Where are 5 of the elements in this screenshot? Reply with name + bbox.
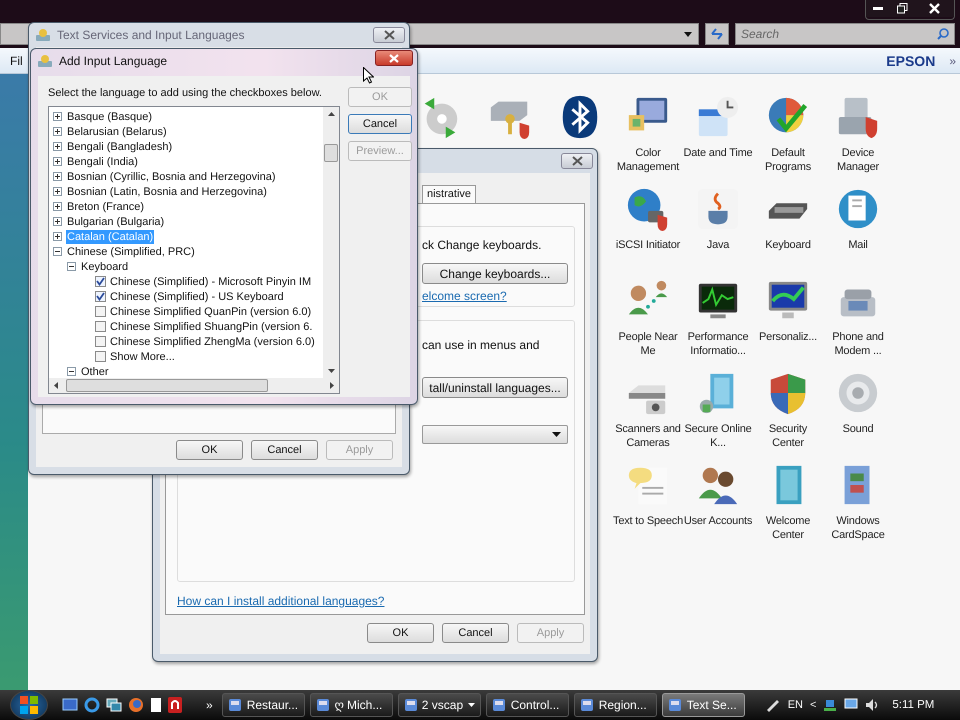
- instruction-text: Select the language to add using the checkboxes below.: [48, 86, 323, 101]
- instruction-text: ck Change keyboards.: [422, 238, 542, 252]
- window-title: Text Services and Input Languages: [57, 28, 244, 42]
- window-title: Add Input Language: [59, 54, 168, 68]
- description-text: can use in menus and: [422, 338, 540, 352]
